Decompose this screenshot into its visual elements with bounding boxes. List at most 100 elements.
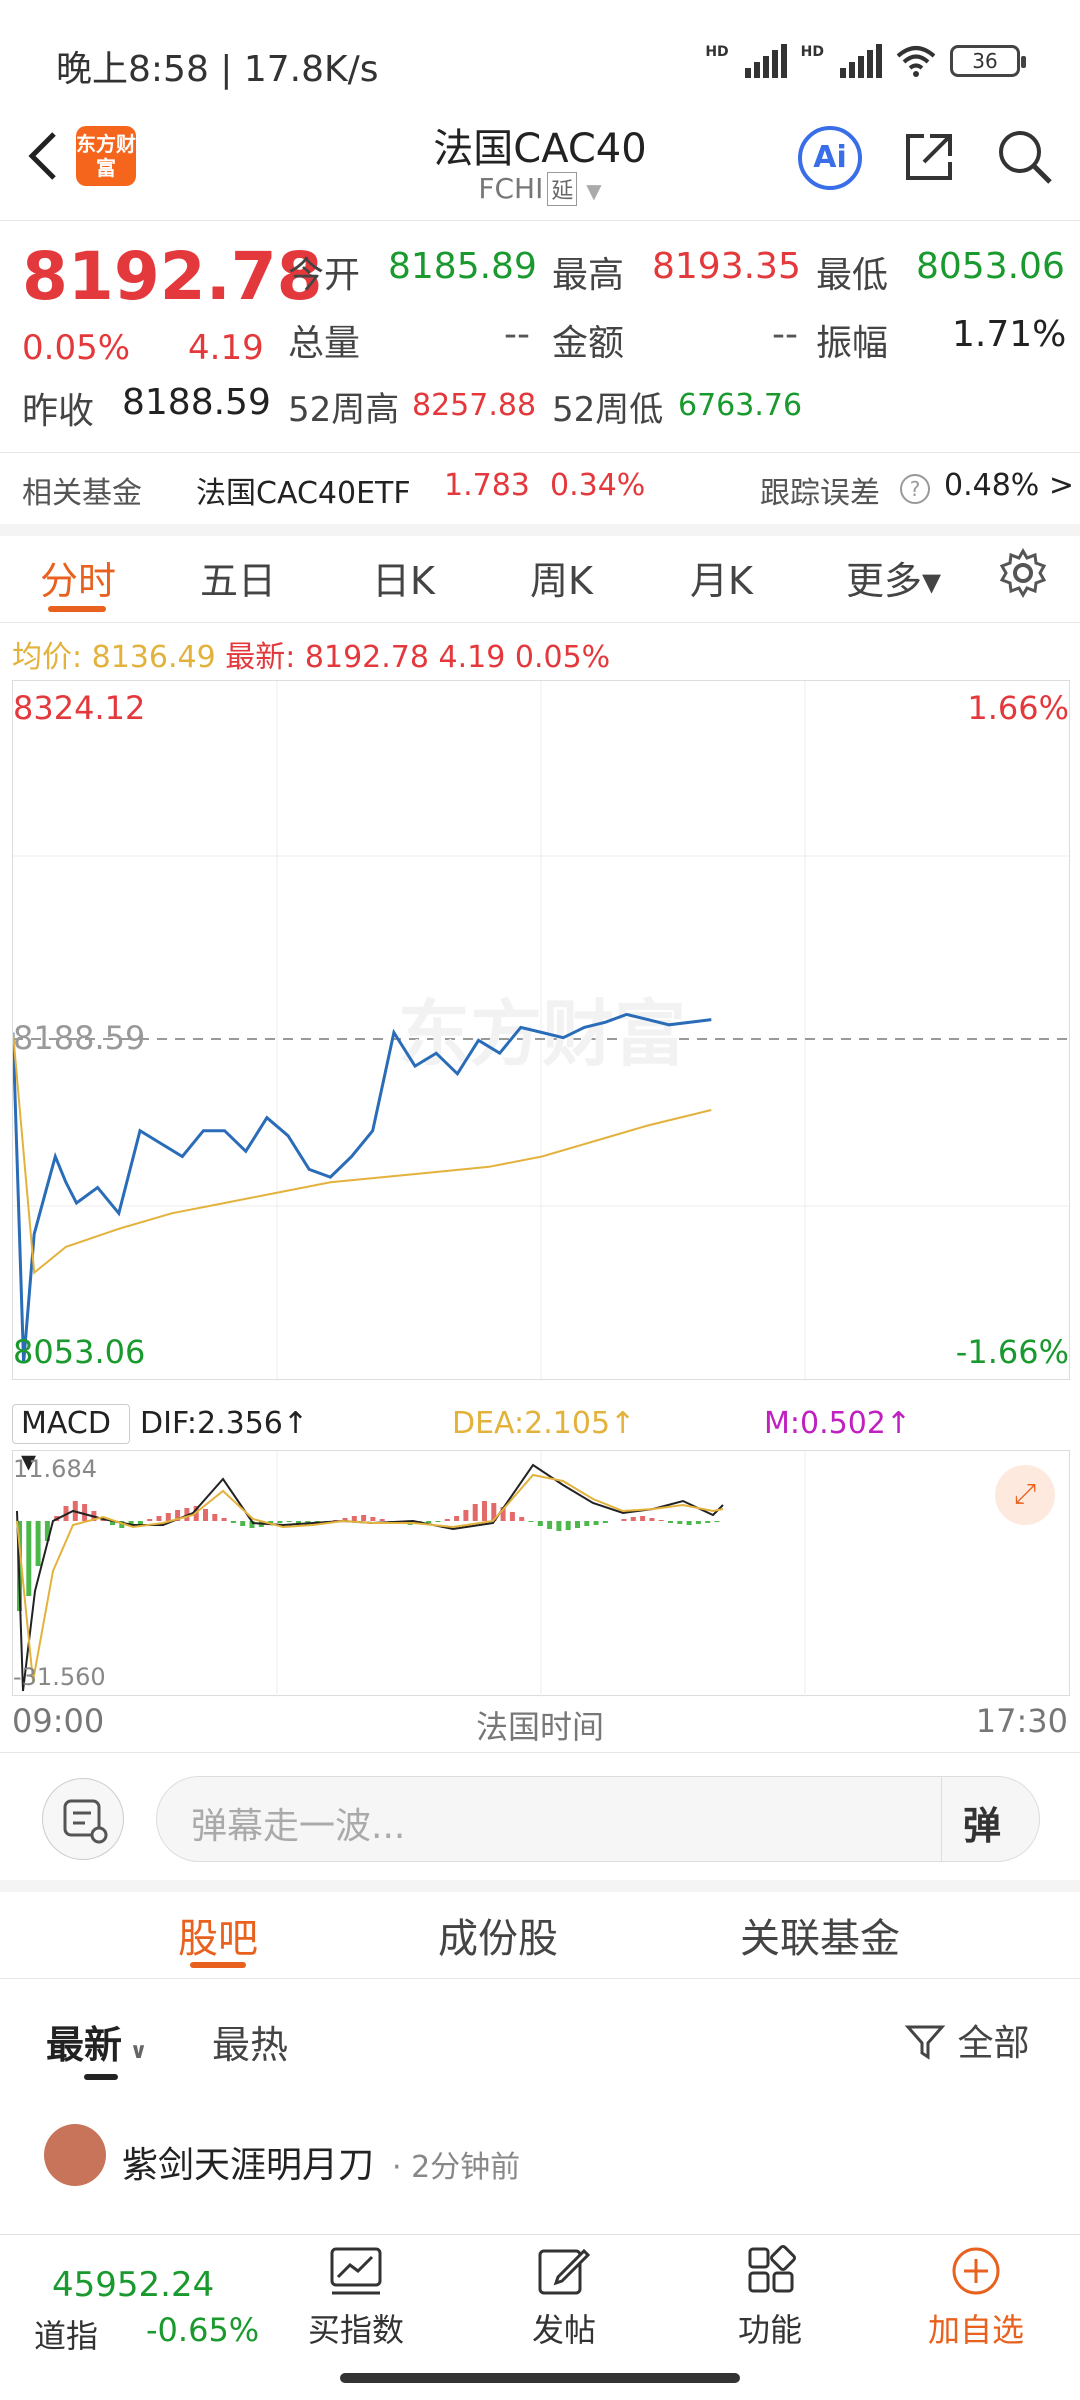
prev-close-value: 8188.59: [122, 382, 271, 423]
grid-icon: [748, 2245, 796, 2293]
macd-bar: [565, 1521, 571, 1530]
macd-bar: [221, 1518, 227, 1521]
macd-chart[interactable]: 11.684 -31.560 ⤢: [12, 1450, 1070, 1697]
tracking-value[interactable]: 0.48% >: [944, 468, 1074, 503]
macd-bar: [630, 1517, 636, 1521]
chevron-down-icon[interactable]: ▼: [586, 179, 601, 203]
tab-timeshare[interactable]: 分时: [40, 550, 116, 605]
edit-icon: [538, 2248, 591, 2295]
amplitude-value: 1.71%: [952, 314, 1067, 355]
tab-guba[interactable]: 股吧: [178, 1906, 258, 1964]
fund-label: 相关基金: [22, 476, 142, 511]
help-icon[interactable]: ?: [900, 474, 930, 504]
function-button[interactable]: 功能: [710, 2245, 830, 2351]
buy-index-button[interactable]: 买指数: [296, 2245, 416, 2351]
delay-tag: 延: [547, 172, 578, 206]
avatar[interactable]: [44, 2124, 106, 2186]
indicator-select[interactable]: MACD ▾: [12, 1404, 130, 1479]
macd-bar: [277, 1521, 283, 1523]
tab-five-day[interactable]: 五日: [200, 550, 276, 605]
tab-weekly-k[interactable]: 周K: [530, 550, 593, 605]
search-icon[interactable]: [996, 128, 1054, 186]
share-icon[interactable]: [900, 128, 958, 186]
tab-related-funds[interactable]: 关联基金: [740, 1906, 900, 1964]
expand-icon[interactable]: ⤢: [995, 1465, 1055, 1525]
gear-icon[interactable]: [998, 548, 1048, 598]
index-change: -0.65%: [146, 2311, 260, 2349]
latest-label: 最新:: [225, 640, 296, 675]
macd-canvas: [16, 1451, 806, 1697]
macd-bar: [556, 1521, 562, 1531]
y-top-pct: 1.66%: [967, 689, 1069, 727]
macd-bar: [528, 1521, 534, 1522]
volume-label: 总量: [288, 323, 361, 364]
message-icon: [63, 1799, 108, 1844]
volume-value: --: [504, 314, 530, 355]
hd-badge: HD: [800, 44, 824, 60]
tab-constituents[interactable]: 成份股: [438, 1906, 558, 1964]
current-price: 8192.78: [22, 238, 323, 315]
prev-close-label: 昨收: [22, 391, 95, 432]
add-watchlist-label: 加自选: [927, 2311, 1024, 2349]
w52-low-value: 6763.76: [678, 388, 803, 423]
bottom-bar: 45952.24 道指 -0.65% 买指数 发帖 功能 加自选: [0, 2234, 1080, 2358]
chart-icon: [330, 2247, 382, 2295]
filter-latest[interactable]: 最新 ∨: [46, 2014, 148, 2069]
tab-monthly-k[interactable]: 月K: [690, 550, 753, 605]
time-zone: 法国时间: [475, 1708, 604, 1746]
macd-bar: [156, 1516, 162, 1521]
tab-daily-k[interactable]: 日K: [372, 550, 435, 605]
danmu-input[interactable]: 弹幕走一波... 弹: [156, 1776, 1040, 1862]
related-fund-row[interactable]: 相关基金 法国CAC40ETF 1.783 0.34% 跟踪误差 ? 0.48%…: [0, 460, 1080, 522]
dea-line: [16, 1473, 724, 1682]
macd-min: -31.560: [13, 1663, 106, 1691]
macd-bar: [621, 1519, 627, 1521]
macd-bar: [705, 1521, 711, 1523]
macd-bar: [575, 1521, 580, 1528]
macd-bar: [240, 1521, 246, 1526]
buy-index-label: 买指数: [307, 2311, 404, 2349]
filter-all[interactable]: 全部: [904, 2014, 1029, 2066]
macd-bar: [677, 1521, 683, 1524]
y-ref-price: 8188.59: [13, 1019, 146, 1057]
post-label: 发帖: [531, 2311, 596, 2349]
macd-bar: [593, 1521, 599, 1525]
fund-price: 1.783: [444, 468, 530, 503]
fund-name[interactable]: 法国CAC40ETF: [196, 468, 411, 512]
battery-icon: 36: [950, 45, 1026, 77]
macd-bar: [82, 1504, 88, 1521]
ai-icon[interactable]: Ai: [798, 126, 862, 190]
macd-bar: [426, 1521, 432, 1523]
code-label: FCHI: [478, 172, 544, 205]
macd-bar: [602, 1521, 608, 1523]
low-value: 8053.06: [916, 246, 1065, 287]
amount-value: --: [772, 314, 798, 355]
intraday-chart[interactable]: 东方财富 8324.12 1.66% 8188.59 8053.06 -1.66…: [12, 680, 1071, 1381]
home-indicator[interactable]: [340, 2373, 740, 2383]
add-watchlist-button[interactable]: 加自选: [916, 2245, 1036, 2351]
amplitude-label: 振幅: [816, 323, 889, 364]
macd-bar: [537, 1521, 543, 1526]
macd-bar: [695, 1521, 701, 1524]
danmu-toggle-icon[interactable]: 弹: [963, 1795, 1001, 1850]
comment-list-icon[interactable]: [42, 1778, 124, 1860]
dif-line: [16, 1463, 724, 1692]
filter-hot[interactable]: 最热: [212, 2014, 288, 2069]
filter-indicator: [84, 2074, 118, 2080]
macd-header: MACD ▾ DIF:2.356↑ DEA:2.105↑ M:0.502↑: [12, 1404, 1070, 1479]
post-author[interactable]: 紫剑天涯明月刀: [122, 2136, 374, 2188]
macd-bar: [547, 1521, 553, 1529]
macd-m: M:0.502↑: [764, 1406, 912, 1441]
post-button[interactable]: 发帖: [504, 2245, 624, 2351]
macd-bar: [584, 1521, 590, 1526]
macd-bar: [351, 1516, 357, 1521]
chart-canvas: 东方财富: [13, 681, 1071, 1381]
macd-bar: [482, 1501, 487, 1521]
macd-bar: [714, 1521, 720, 1522]
tab-more[interactable]: 更多▾: [846, 550, 941, 605]
tracking-label: 跟踪误差: [760, 476, 880, 511]
macd-bar: [658, 1520, 664, 1521]
signal-icon: [840, 44, 882, 78]
macd-bar: [435, 1521, 441, 1522]
y-bottom-pct: -1.66%: [955, 1333, 1069, 1371]
